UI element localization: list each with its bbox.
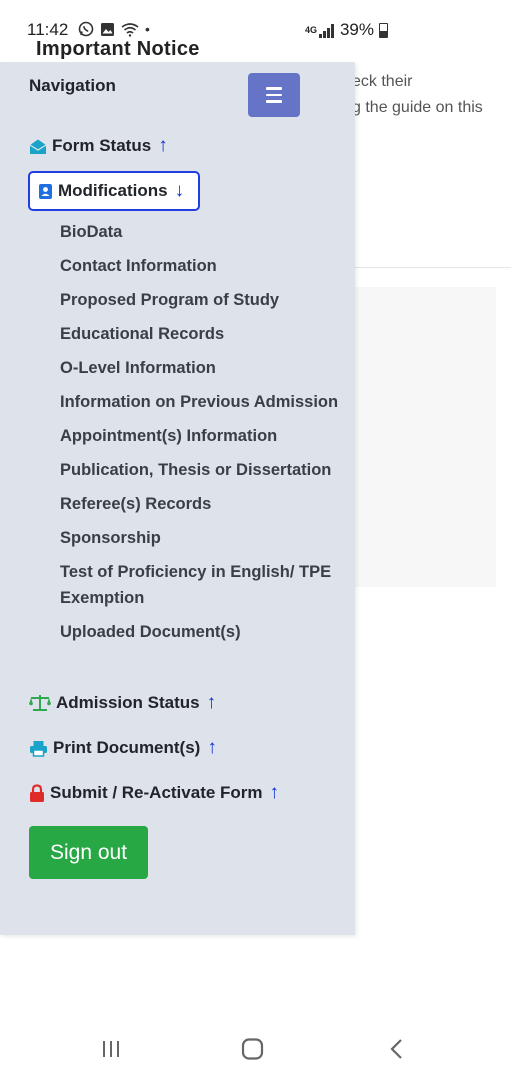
submenu-item-sponsorship[interactable]: Sponsorship bbox=[60, 525, 350, 551]
system-nav-bar bbox=[0, 1010, 511, 1080]
page-heading: Important Notice bbox=[36, 38, 200, 60]
submenu-item-publication[interactable]: Publication, Thesis or Dissertation bbox=[60, 457, 350, 483]
arrow-up-icon: ↑ bbox=[158, 135, 168, 156]
status-left-icons: • bbox=[78, 21, 150, 37]
nav-label: Admission Status bbox=[56, 693, 200, 712]
network-type: 4G bbox=[304, 25, 317, 35]
arrow-up-icon: ↑ bbox=[207, 737, 217, 758]
notification-dot: • bbox=[145, 21, 150, 37]
nav-item-form-status[interactable]: Form Status ↑ bbox=[29, 135, 168, 157]
address-book-icon bbox=[39, 183, 52, 199]
printer-icon bbox=[30, 740, 47, 757]
nav-item-submit-form[interactable]: Submit / Re-Activate Form ↑ bbox=[29, 782, 279, 804]
submenu-item-educational-records[interactable]: Educational Records bbox=[60, 321, 350, 347]
status-right: 4G 39% bbox=[305, 20, 388, 40]
nav-item-print-documents[interactable]: Print Document(s) ↑ bbox=[29, 737, 217, 759]
navigation-drawer: Navigation Form Status ↑ Modifications ↓… bbox=[0, 62, 355, 935]
submenu-item-tpe[interactable]: Test of Proficiency in English/ TPE Exem… bbox=[60, 559, 350, 611]
nav-item-admission-status[interactable]: Admission Status ↑ bbox=[29, 692, 216, 714]
back-icon[interactable] bbox=[387, 1038, 407, 1060]
page-text-line: eck their bbox=[352, 73, 413, 90]
status-time: 11:42 bbox=[27, 20, 69, 39]
nav-label: Submit / Re-Activate Form bbox=[50, 783, 263, 802]
lock-icon bbox=[30, 783, 44, 802]
page-divider bbox=[352, 267, 511, 268]
whatsapp-icon bbox=[78, 21, 94, 37]
home-icon[interactable] bbox=[241, 1038, 265, 1060]
submenu-item-o-level-information[interactable]: O-Level Information bbox=[60, 355, 350, 381]
modifications-submenu: BioData Contact Information Proposed Pro… bbox=[60, 219, 350, 653]
envelope-open-icon bbox=[29, 139, 47, 154]
nav-label: Print Document(s) bbox=[53, 738, 201, 757]
arrow-down-icon: ↓ bbox=[174, 180, 185, 201]
submenu-item-appointments[interactable]: Appointment(s) Information bbox=[60, 423, 350, 449]
hamburger-icon bbox=[266, 87, 282, 103]
nav-label: Form Status bbox=[52, 136, 152, 155]
drawer-title: Navigation bbox=[29, 76, 116, 95]
submenu-item-contact-information[interactable]: Contact Information bbox=[60, 253, 350, 279]
battery-icon bbox=[379, 22, 388, 38]
menu-toggle-button[interactable] bbox=[248, 73, 300, 117]
wifi-icon bbox=[121, 22, 139, 37]
recent-apps-icon[interactable] bbox=[100, 1038, 122, 1060]
nav-item-modifications[interactable]: Modifications ↓ bbox=[28, 171, 200, 211]
submenu-item-previous-admission[interactable]: Information on Previous Admission bbox=[60, 389, 350, 415]
arrow-up-icon: ↑ bbox=[269, 782, 280, 803]
balance-scale-icon bbox=[29, 695, 51, 711]
page-card bbox=[352, 287, 496, 587]
arrow-up-icon: ↑ bbox=[206, 692, 217, 713]
submenu-item-proposed-program[interactable]: Proposed Program of Study bbox=[60, 287, 350, 313]
gallery-icon bbox=[101, 22, 114, 36]
submenu-item-referee-records[interactable]: Referee(s) Records bbox=[60, 491, 350, 517]
signal-icon bbox=[318, 23, 334, 38]
page-text-line: g the guide on this bbox=[352, 99, 483, 116]
nav-label: Modifications bbox=[58, 181, 168, 200]
submenu-item-uploaded-documents[interactable]: Uploaded Document(s) bbox=[60, 619, 350, 645]
submenu-item-biodata[interactable]: BioData bbox=[60, 219, 350, 245]
sign-out-button[interactable]: Sign out bbox=[29, 826, 148, 879]
battery-percent: 39% bbox=[339, 20, 374, 39]
